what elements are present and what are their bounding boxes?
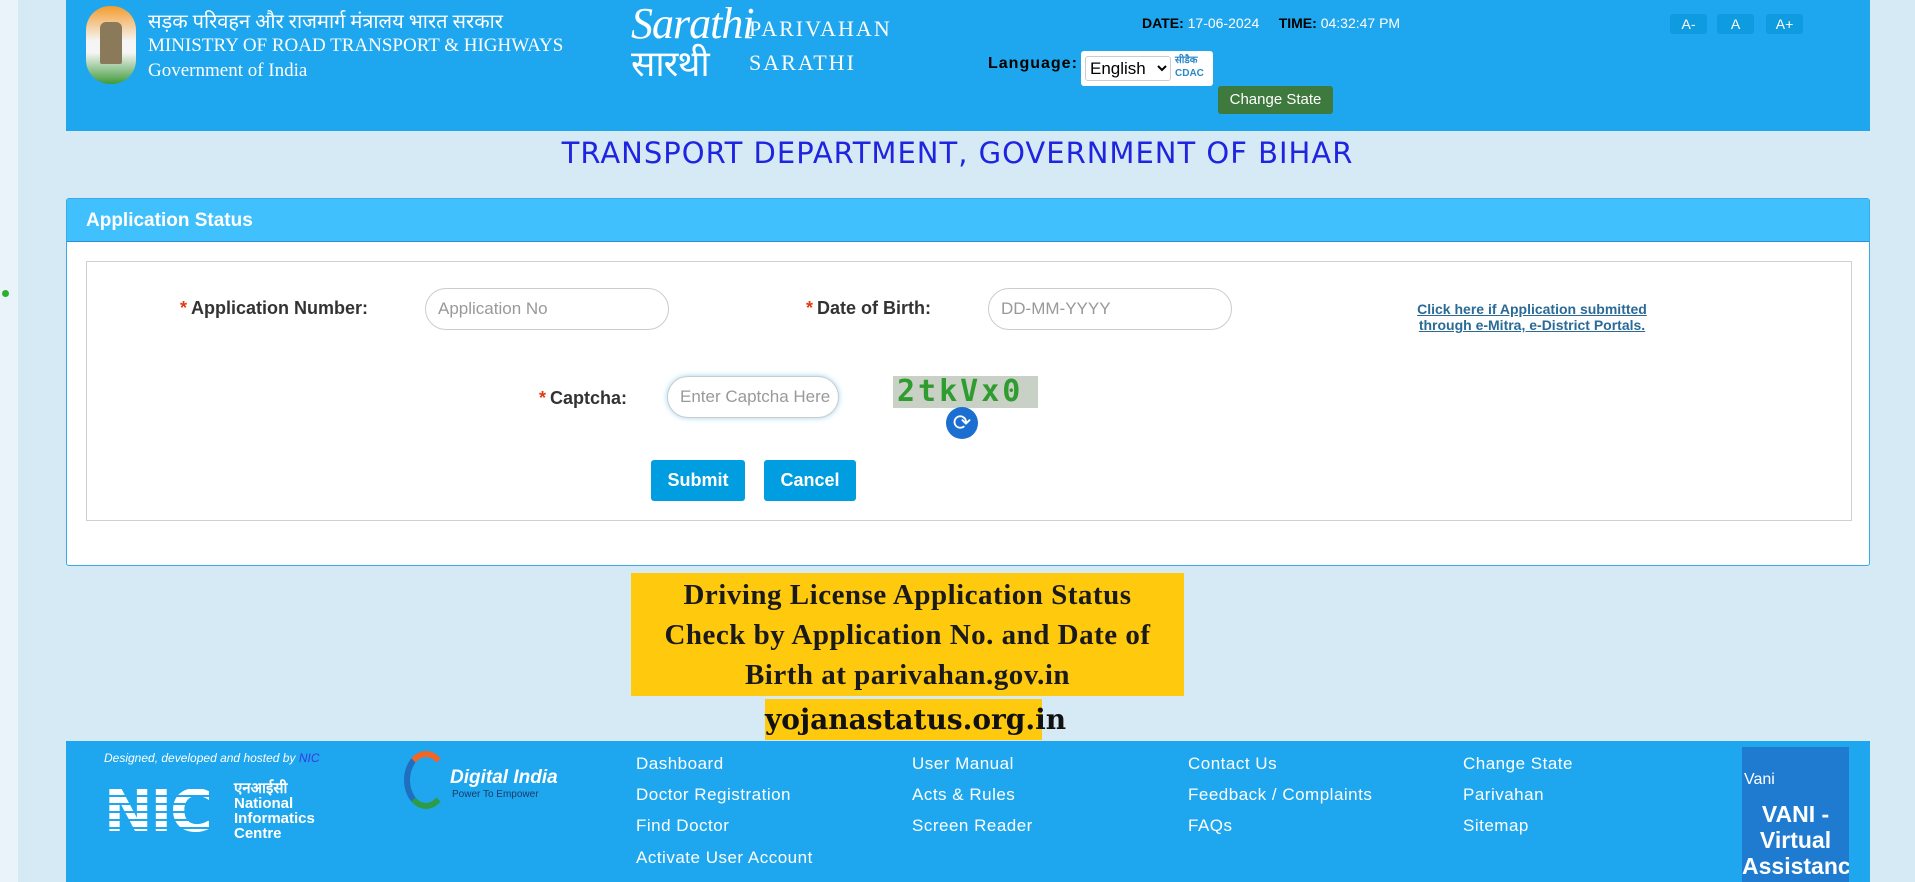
cdac-logo: सीडैक CDAC	[1175, 55, 1204, 79]
date-time: DATE: 17-06-2024 TIME: 04:32:47 PM	[1142, 15, 1400, 31]
font-decrease-button[interactable]: A-	[1670, 14, 1707, 34]
application-number-label: * Application Number:	[180, 298, 369, 318]
digital-india-logo: Digital India Power To Empower	[404, 751, 558, 809]
font-reset-button[interactable]: A	[1717, 14, 1754, 34]
site-header: सड़क परिवहन और राजमार्ग मंत्रालय भारत सर…	[66, 0, 1870, 131]
submit-button[interactable]: Submit	[651, 460, 745, 501]
vani-image-alt: Vani	[1744, 771, 1775, 788]
brand-sarathi: SARATHI	[749, 50, 856, 75]
emitra-portal-link[interactable]: Click here if Application submitted throu…	[1407, 301, 1657, 333]
status-dot	[2, 290, 9, 297]
footer-link-sitemap[interactable]: Sitemap	[1463, 816, 1529, 836]
language-select[interactable]: English	[1085, 56, 1171, 81]
footer-link-acts-rules[interactable]: Acts & Rules	[912, 785, 1015, 805]
change-state-button[interactable]: Change State	[1218, 86, 1333, 114]
national-emblem-icon	[86, 6, 136, 84]
nic-logo: NIC एनआईसी National Informatics Centre	[104, 777, 315, 845]
captcha-input[interactable]	[667, 376, 839, 418]
captcha-image: 2tkVx0	[893, 376, 1038, 408]
dob-input[interactable]	[988, 288, 1232, 330]
footer-link-parivahan[interactable]: Parivahan	[1463, 785, 1544, 805]
left-strip	[0, 0, 18, 882]
vani-text: VANI - Virtual Assistance	[1742, 801, 1849, 879]
footer-link-dashboard[interactable]: Dashboard	[636, 754, 724, 774]
footer-link-change-state[interactable]: Change State	[1463, 754, 1573, 774]
sarathi-logo-script: Sarathi	[631, 0, 755, 48]
banner-line-3: Birth at parivahan.gov.in	[744, 659, 1071, 691]
government-of-india: Government of India	[148, 60, 308, 81]
footer-link-doctor-registration[interactable]: Doctor Registration	[636, 785, 791, 805]
footer-link-activate-account[interactable]: Activate User Account	[636, 848, 813, 868]
form-box: *Application Number: *Date of Birth: Cli…	[86, 261, 1852, 521]
footer-link-feedback[interactable]: Feedback / Complaints	[1188, 785, 1372, 805]
site-footer: Designed, developed and hosted by NIC NI…	[66, 741, 1870, 882]
date-value: 17-06-2024	[1187, 15, 1260, 31]
language-box: English सीडैक CDAC	[1081, 51, 1213, 86]
refresh-captcha-icon[interactable]: ⟳	[946, 407, 978, 439]
time-label: TIME:	[1278, 15, 1317, 31]
ministry-english: MINISTRY OF ROAD TRANSPORT & HIGHWAYS	[148, 35, 564, 56]
application-status-panel: Application Status * Application Number: …	[66, 198, 1870, 566]
cancel-button[interactable]: Cancel	[764, 460, 856, 501]
date-label: DATE:	[1142, 15, 1184, 31]
department-title: TRANSPORT DEPARTMENT, GOVERNMENT OF BIHA…	[561, 136, 1354, 170]
panel-title: Application Status	[67, 199, 1869, 242]
brand-parivahan: PARIVAHAN	[749, 16, 892, 41]
application-number-input[interactable]	[425, 288, 669, 330]
promo-banner: Driving License Application Status Check…	[631, 573, 1184, 696]
nic-link[interactable]: NIC	[299, 751, 320, 765]
sarathi-logo: Sarathi सारथी	[631, 0, 755, 85]
language-label: Language:	[988, 55, 1078, 72]
designed-by: Designed, developed and hosted by NIC	[104, 751, 320, 765]
ministry-hindi: सड़क परिवहन और राजमार्ग मंत्रालय भारत सर…	[148, 11, 503, 33]
captcha-label: * Captcha:	[539, 388, 628, 408]
footer-link-user-manual[interactable]: User Manual	[912, 754, 1014, 774]
vani-assistant-button[interactable]: Vani VANI - Virtual Assistance	[1742, 747, 1849, 882]
footer-link-find-doctor[interactable]: Find Doctor	[636, 816, 729, 836]
banner-line-1: Driving License Application Status	[683, 579, 1132, 611]
footer-link-screen-reader[interactable]: Screen Reader	[912, 816, 1033, 836]
sarathi-logo-hindi: सारथी	[631, 44, 710, 84]
time-value: 04:32:47 PM	[1320, 15, 1401, 31]
banner-line-2: Check by Application No. and Date of	[664, 619, 1151, 651]
footer-link-contact-us[interactable]: Contact Us	[1188, 754, 1277, 774]
footer-link-faqs[interactable]: FAQs	[1188, 816, 1233, 836]
banner-site: yojanastatus.org.in	[765, 699, 1066, 740]
dob-label: * Date of Birth:	[806, 298, 932, 318]
font-increase-button[interactable]: A+	[1766, 14, 1803, 34]
